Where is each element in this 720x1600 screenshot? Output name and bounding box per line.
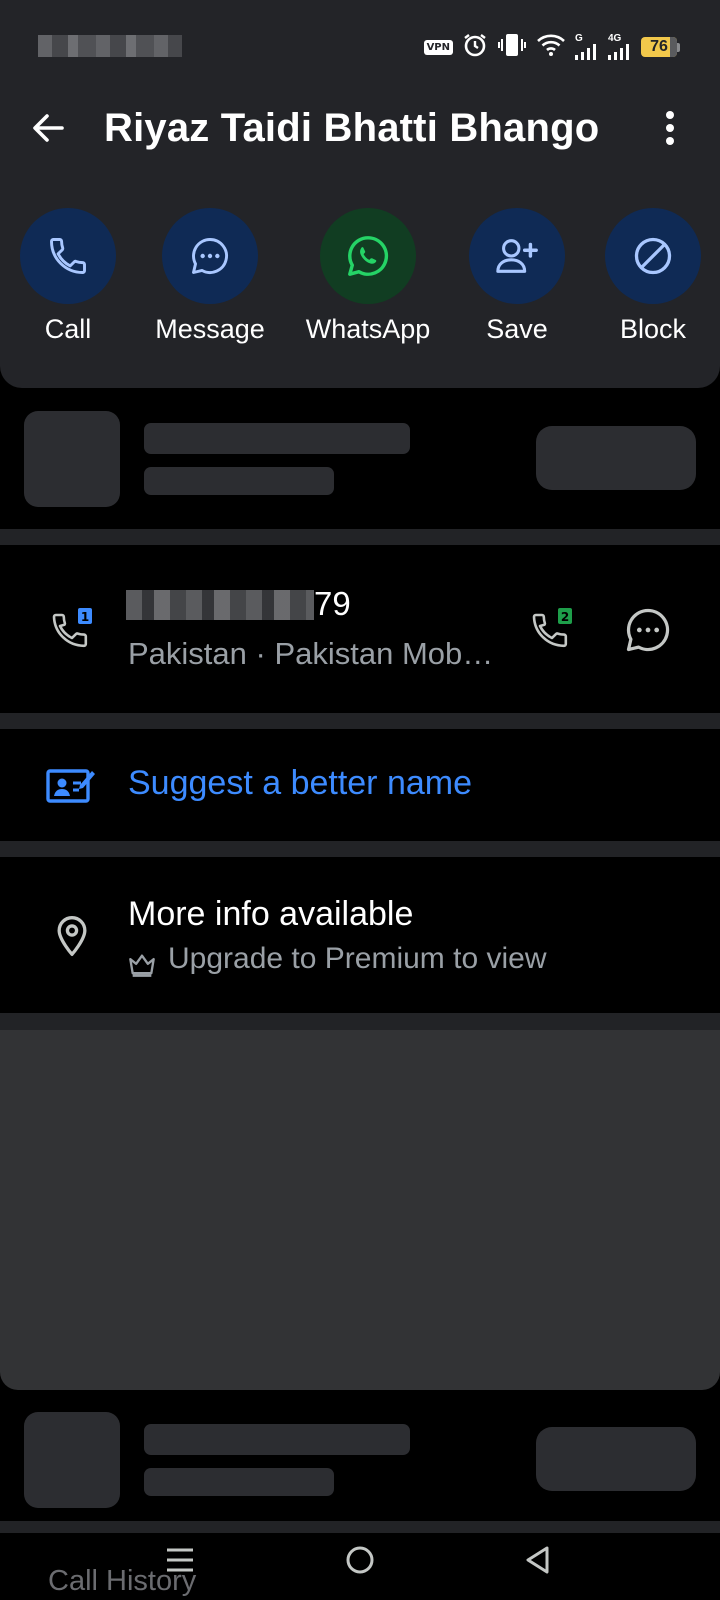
block-label: Block [619,314,687,344]
message-label: Message [155,314,265,344]
section-divider [0,841,720,857]
back-nav-button[interactable] [510,1536,566,1584]
status-icons: VPN G 4G 76 [423,32,680,63]
call-sim2-button[interactable]: 2 [526,602,578,654]
whatsapp-icon [348,236,389,276]
block-action-button[interactable]: Block [583,208,720,345]
section-divider [0,1013,720,1030]
menu-icon [167,1548,193,1572]
block-action-circle[interactable] [605,208,701,304]
save-action-circle[interactable] [469,208,565,304]
more-info-row[interactable]: More info available Upgrade to Premium t… [0,857,720,1013]
save-action-button[interactable]: Save [447,208,587,345]
sim1-badge: 1 [81,610,89,624]
quick-actions: Call Message WhatsApp Save Block [0,208,720,348]
phone-icon [50,238,86,274]
chat-bubble-icon [192,238,228,274]
more-options-button[interactable] [648,106,692,150]
back-button[interactable] [26,106,70,150]
loading-placeholder-card [0,396,720,526]
contact-header: VPN G 4G 76 Riyaz Taidi Bhatti Bhango Ca… [0,0,720,388]
ad-placeholder-panel [0,1030,720,1390]
placeholder-button [536,426,696,490]
battery-level: 76 [650,38,668,55]
signal-2-icon: 4G [608,34,632,60]
add-contact-icon [496,239,538,273]
suggest-name-label: Suggest a better name [128,764,473,802]
placeholder-line [144,1468,334,1496]
carrier-info: Pakistan · Pakistan Mobi… [128,636,500,671]
section-divider [0,713,720,729]
home-circle-icon [346,1546,374,1574]
message-action-button[interactable]: Message [140,208,280,345]
placeholder-avatar [24,1412,120,1508]
phone-sim1-icon: 1 [52,608,92,648]
system-navigation-bar [0,1530,720,1600]
more-vertical-icon [666,111,674,145]
block-icon [634,237,672,275]
alarm-icon [462,32,488,63]
phone-sim2-icon: 2 [532,608,572,648]
placeholder-line [144,1424,410,1455]
suggest-name-row[interactable]: Suggest a better name [0,729,720,841]
whatsapp-action-button[interactable]: WhatsApp [298,208,438,345]
loading-placeholder-card [0,1397,720,1527]
call-label: Call [44,314,92,344]
call-action-circle[interactable] [20,208,116,304]
placeholder-avatar [24,411,120,507]
recents-button[interactable] [152,1536,208,1584]
placeholder-line [144,467,334,495]
top-app-bar: Riyaz Taidi Bhatti Bhango [0,92,720,168]
phone-number-suffix: 79 [314,585,351,622]
edit-name-icon [46,763,96,809]
battery-icon: 76 [641,37,680,57]
redacted-status-text [38,35,182,57]
arrow-left-icon [33,114,64,142]
save-label: Save [486,314,548,344]
call-sim1-button[interactable]: 1 [46,602,98,654]
location-pin-icon [50,914,94,958]
call-action-button[interactable]: Call [0,208,138,345]
status-bar: VPN G 4G 76 [0,0,720,92]
sim2-badge: 2 [561,610,569,624]
vpn-icon: VPN [423,39,453,55]
contact-name-title: Riyaz Taidi Bhatti Bhango [104,106,600,150]
message-action-circle[interactable] [162,208,258,304]
sms-button[interactable] [622,604,674,656]
placeholder-line [144,423,410,454]
home-button[interactable] [332,1536,388,1584]
phone-number-card[interactable] [0,545,720,713]
wifi-icon [536,33,566,62]
vibrate-icon [497,32,527,63]
crown-icon [128,951,156,979]
whatsapp-label: WhatsApp [305,314,431,344]
more-info-subtitle: Upgrade to Premium to view [168,942,547,975]
signal-1-icon: G [575,34,599,60]
chat-bubble-icon [626,608,670,652]
back-triangle-icon [526,1546,549,1574]
placeholder-button [536,1427,696,1491]
section-divider [0,529,720,545]
whatsapp-action-circle[interactable] [320,208,416,304]
more-info-title: More info available [128,895,414,933]
redacted-phone-number [126,590,314,620]
